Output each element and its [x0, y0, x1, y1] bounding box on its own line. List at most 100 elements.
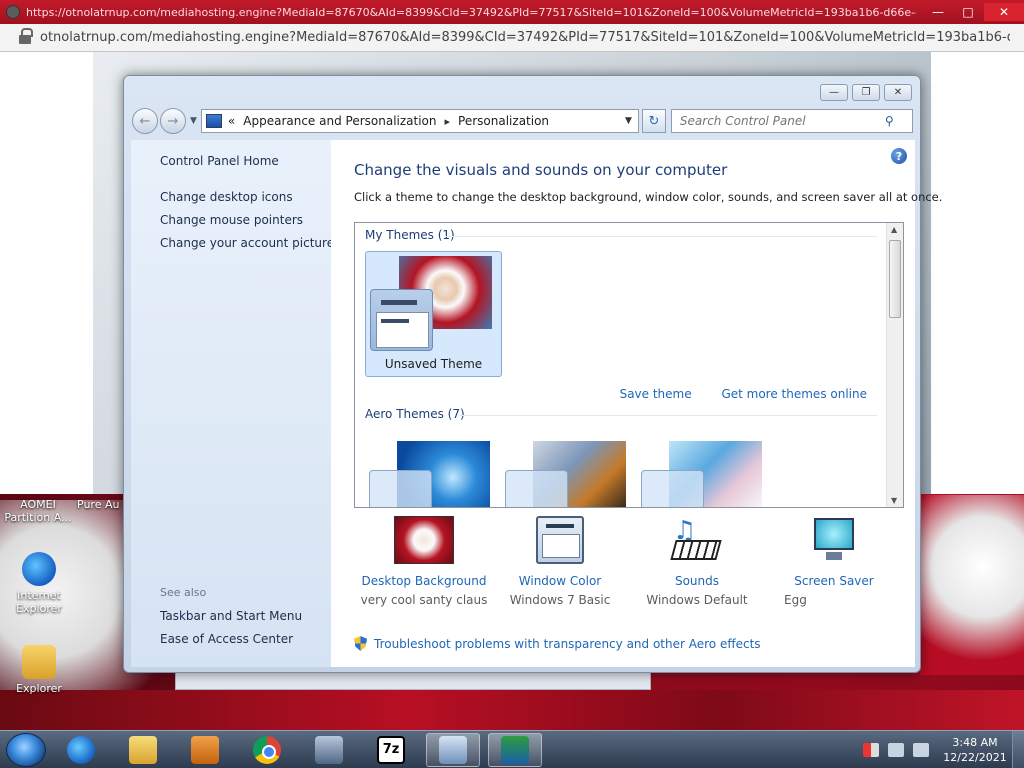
- help-icon[interactable]: ?: [891, 148, 907, 164]
- taskbar-chrome[interactable]: [240, 733, 294, 767]
- taskbar-media-player[interactable]: [178, 733, 232, 767]
- aero-theme-characters[interactable]: [637, 441, 765, 507]
- themes-scrollbar[interactable]: ▲ ▼: [886, 223, 903, 507]
- close-button[interactable]: ✕: [984, 3, 1024, 21]
- taskbar: 7z 3:48 AM 12/22/2021: [0, 730, 1024, 768]
- chrome-icon: [253, 735, 281, 764]
- desktop-icon-pure-audio[interactable]: Pure Au: [77, 498, 127, 511]
- folder-icon: [22, 645, 56, 679]
- screen-saver-icon: [804, 516, 864, 564]
- window-color-icon: [536, 516, 584, 564]
- forward-button[interactable]: →: [160, 108, 186, 134]
- desktop-icon-explorer[interactable]: Explorer: [4, 645, 74, 695]
- cp-minimize-button[interactable]: —: [820, 84, 848, 101]
- search-input[interactable]: [679, 114, 885, 128]
- save-theme-link[interactable]: Save theme: [620, 387, 692, 401]
- clock-time: 3:48 AM: [952, 735, 998, 749]
- setting-value: Windows Default: [646, 593, 748, 607]
- troubleshoot-aero-link[interactable]: Troubleshoot problems with transparency …: [354, 636, 761, 651]
- theme-actions: Save theme Get more themes online: [594, 387, 867, 401]
- scroll-thumb[interactable]: [889, 240, 901, 318]
- show-desktop-button[interactable]: [1012, 731, 1024, 768]
- taskbar-start-menu-link[interactable]: Taskbar and Start Menu: [160, 609, 302, 623]
- setting-label[interactable]: Window Color: [490, 574, 630, 588]
- desktop-icon-internet-explorer[interactable]: Internet Explorer: [4, 552, 74, 615]
- breadcrumb-personalization[interactable]: Personalization: [458, 114, 549, 128]
- taskbar-control-panel[interactable]: [426, 732, 480, 767]
- page-title: Change the visuals and sounds on your co…: [354, 161, 728, 179]
- desktop-icon-aomei[interactable]: AOMEI Partition A...: [3, 498, 73, 524]
- get-more-themes-link[interactable]: Get more themes online: [721, 387, 867, 401]
- aero-themes-header[interactable]: Aero Themes (7): [365, 407, 465, 421]
- maximize-button[interactable]: □: [954, 3, 982, 21]
- change-desktop-icons-link[interactable]: Change desktop icons: [160, 190, 293, 204]
- breadcrumb-appearance[interactable]: Appearance and Personalization: [243, 114, 436, 128]
- unsaved-theme-card[interactable]: Unsaved Theme: [365, 251, 502, 377]
- desktop-wallpaper-bottom: [0, 690, 1024, 730]
- start-button[interactable]: [6, 732, 46, 767]
- change-account-picture-link[interactable]: Change your account picture: [160, 236, 334, 250]
- my-themes-header[interactable]: My Themes (1): [365, 228, 455, 242]
- troubleshoot-text[interactable]: Troubleshoot problems with transparency …: [374, 637, 761, 651]
- address-dropdown-icon[interactable]: ▼: [625, 116, 632, 126]
- taskbar-7zip[interactable]: 7z: [364, 733, 418, 767]
- sounds-setting[interactable]: ♫ Sounds Windows Default: [627, 516, 767, 607]
- taskbar-network-app[interactable]: [302, 733, 356, 767]
- group-divider: [445, 236, 877, 237]
- change-mouse-pointers-link[interactable]: Change mouse pointers: [160, 213, 303, 227]
- browser-favicon-icon: [6, 5, 20, 19]
- control-panel-home-link[interactable]: Control Panel Home: [160, 154, 279, 168]
- search-icon[interactable]: ⚲: [885, 114, 894, 128]
- taskbar-internet-explorer[interactable]: [54, 733, 108, 767]
- taskbar-file-explorer[interactable]: [116, 733, 170, 767]
- screen-saver-setting[interactable]: Screen Saver Egg: [764, 516, 904, 607]
- personalization-icon: [501, 735, 529, 764]
- breadcrumb-overflow[interactable]: «: [228, 114, 235, 128]
- clock-date: 12/22/2021: [943, 750, 1007, 764]
- theme-name: Unsaved Theme: [384, 357, 483, 371]
- control-panel-icon: [205, 114, 222, 128]
- refresh-button[interactable]: ↻: [641, 109, 666, 133]
- aero-theme-windows-7[interactable]: [365, 441, 493, 507]
- setting-value: Windows 7 Basic: [509, 593, 611, 607]
- left-task-pane: Control Panel Home Change desktop icons …: [131, 140, 334, 667]
- sounds-icon: ♫: [667, 516, 727, 564]
- system-clock[interactable]: 3:48 AM 12/22/2021: [938, 735, 1012, 765]
- desktop-icon-label: AOMEI Partition A...: [4, 498, 72, 524]
- action-center-flag-icon[interactable]: [863, 742, 879, 757]
- cp-maximize-button[interactable]: ❐: [852, 84, 880, 101]
- browser-popup-title: https://otnolatrnup.com/mediahosting.eng…: [26, 5, 916, 19]
- setting-label[interactable]: Desktop Background: [354, 574, 494, 588]
- breadcrumb-separator[interactable]: ▸: [445, 115, 451, 128]
- setting-value: very cool santy claus: [360, 593, 488, 607]
- group-divider: [459, 415, 877, 416]
- back-button[interactable]: ←: [132, 108, 158, 134]
- browser-window-controls: — □ ✕: [922, 3, 1024, 21]
- search-box[interactable]: ⚲: [670, 109, 913, 133]
- desktop-icon-label: Pure Au: [77, 498, 120, 511]
- lock-icon: [18, 27, 33, 44]
- aero-theme-architecture[interactable]: [501, 441, 629, 507]
- seven-zip-icon: 7z: [377, 735, 405, 764]
- desktop-background-setting[interactable]: Desktop Background very cool santy claus: [354, 516, 494, 607]
- cp-address-bar[interactable]: « Appearance and Personalization ▸ Perso…: [200, 109, 639, 133]
- ease-of-access-link[interactable]: Ease of Access Center: [160, 632, 293, 646]
- window-color-setting[interactable]: Window Color Windows 7 Basic: [490, 516, 630, 607]
- setting-label[interactable]: Screen Saver: [764, 574, 904, 588]
- browser-address-bar[interactable]: otnolatrnup.com/mediahosting.engine?Medi…: [0, 24, 1024, 52]
- minimize-button[interactable]: —: [924, 3, 952, 21]
- system-tray: 3:48 AM 12/22/2021: [863, 731, 1024, 768]
- recent-pages-dropdown[interactable]: ▼: [190, 116, 197, 126]
- setting-label[interactable]: Sounds: [627, 574, 767, 588]
- network-icon[interactable]: [888, 742, 904, 757]
- internet-explorer-icon: [67, 735, 95, 764]
- volume-icon[interactable]: [913, 742, 929, 757]
- themes-list[interactable]: My Themes (1) Unsaved Theme Save theme G…: [354, 222, 904, 508]
- folder-icon: [129, 735, 157, 764]
- cp-close-button[interactable]: ✕: [884, 84, 912, 101]
- scroll-up-icon[interactable]: ▲: [891, 225, 897, 234]
- cp-window-controls: — ❐ ✕: [816, 84, 912, 101]
- browser-url[interactable]: otnolatrnup.com/mediahosting.engine?Medi…: [40, 30, 1010, 45]
- scroll-down-icon[interactable]: ▼: [891, 496, 897, 505]
- taskbar-personalization[interactable]: [488, 732, 542, 767]
